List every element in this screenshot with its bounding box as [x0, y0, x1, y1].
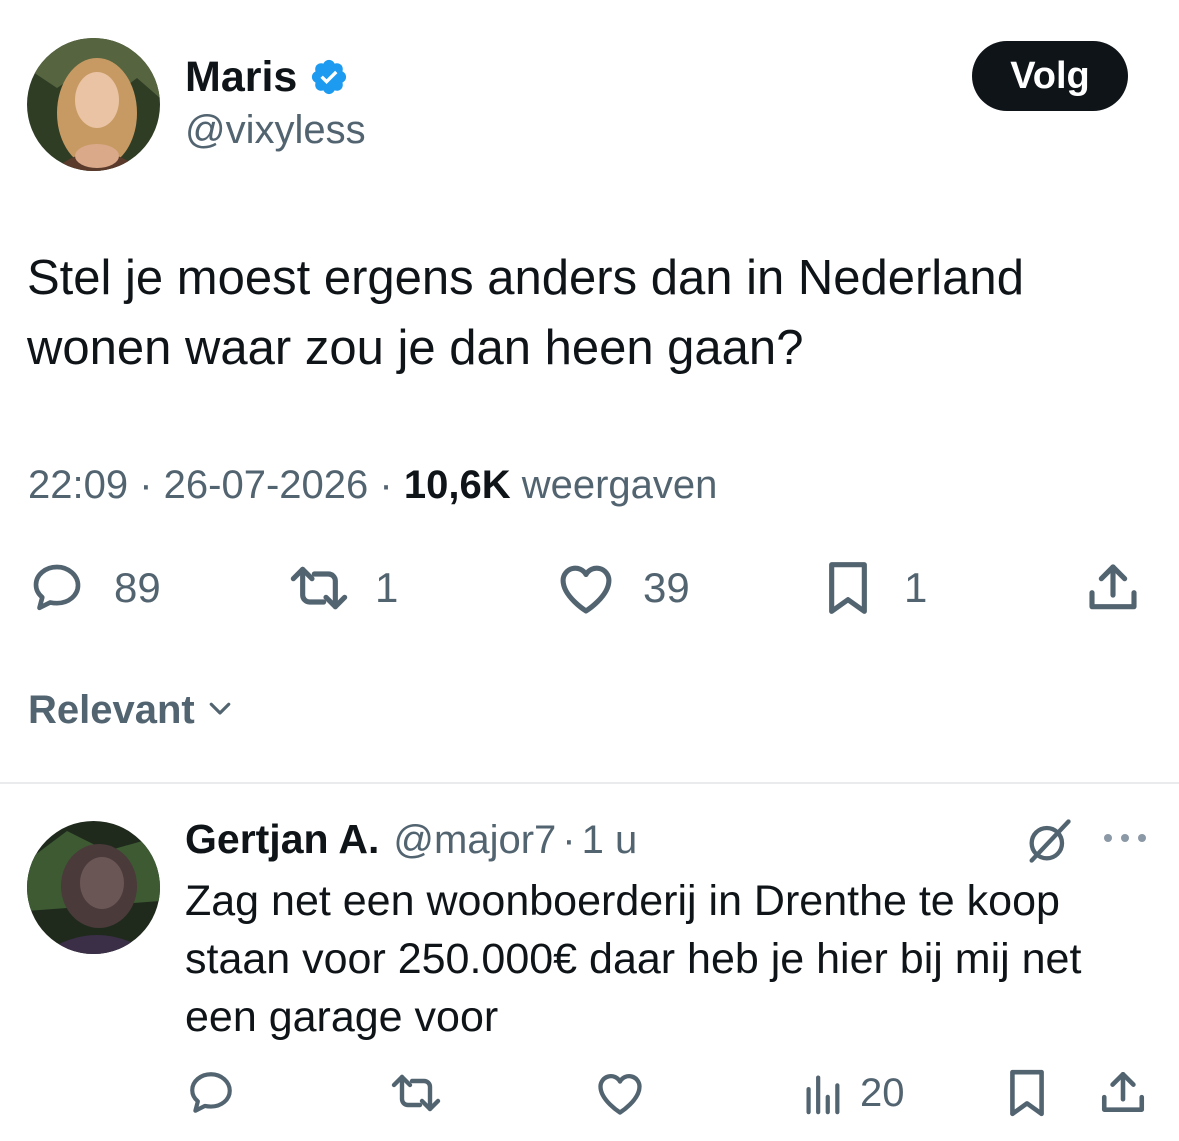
reply-avatar[interactable]	[27, 821, 160, 954]
reply-comment-action[interactable]	[186, 1068, 236, 1123]
reply-header: Gertjan A. @major7 · 1 u	[185, 816, 637, 863]
author-handle[interactable]: @vixyless	[185, 108, 366, 153]
bookmark-icon	[1005, 1069, 1049, 1122]
chevron-down-icon	[205, 688, 235, 733]
sort-label: Relevant	[28, 688, 195, 732]
like-action[interactable]: 39	[555, 560, 690, 616]
author-name[interactable]: Maris	[185, 52, 297, 102]
retweet-count: 1	[375, 564, 399, 611]
reply-text-line: een garage voor	[185, 993, 499, 1041]
share-icon	[1098, 1071, 1148, 1122]
comment-icon	[27, 560, 87, 616]
tweet-text-line: Stel je moest ergens anders dan in Neder…	[27, 251, 1024, 305]
heart-icon	[594, 1074, 646, 1122]
reply-text-line: staan voor 250.000€ daar heb je hier bij…	[185, 935, 1082, 983]
retweet-icon	[388, 1074, 444, 1122]
sort-dropdown[interactable]: Relevant	[28, 688, 235, 733]
tweet-date[interactable]: 26-07-2026	[164, 463, 369, 507]
share-icon	[1085, 560, 1141, 616]
tweet-text: Stel je moest ergens anders dan in Neder…	[27, 243, 1157, 383]
comment-icon	[186, 1072, 236, 1122]
share-action[interactable]	[1085, 560, 1141, 616]
reply-bookmark-action[interactable]	[1005, 1068, 1049, 1123]
divider	[0, 782, 1179, 784]
views-count: 10,6K	[403, 463, 511, 507]
more-icon[interactable]	[1102, 826, 1148, 855]
heart-icon	[555, 560, 617, 616]
reply-like-action[interactable]	[594, 1068, 646, 1123]
reply-views-action[interactable]: 20	[802, 1068, 905, 1118]
reply-author-name[interactable]: Gertjan A.	[185, 816, 379, 863]
retweet-action[interactable]: 1	[285, 560, 398, 616]
reply-text-line: Zag net een woonboerderij in Drenthe te …	[185, 877, 1060, 925]
author-name-row[interactable]: Maris	[185, 52, 349, 102]
reply-action[interactable]: 89	[27, 560, 161, 616]
separator: ·	[562, 818, 576, 862]
reply-retweet-action[interactable]	[388, 1068, 444, 1123]
follow-button[interactable]: Volg	[972, 41, 1128, 111]
grok-icon[interactable]	[1023, 815, 1075, 872]
retweet-icon	[285, 560, 353, 616]
author-avatar[interactable]	[27, 38, 160, 171]
bookmark-count: 1	[904, 564, 928, 611]
tweet-text-line: wonen waar zou je dan heen gaan?	[27, 321, 804, 375]
tweet-time[interactable]: 22:09	[28, 463, 128, 507]
analytics-icon	[802, 1070, 842, 1116]
reply-count: 89	[114, 564, 161, 611]
verified-badge-icon	[309, 57, 349, 97]
reply-share-action[interactable]	[1098, 1068, 1148, 1123]
bookmark-action[interactable]: 1	[822, 560, 927, 616]
reply-views-count: 20	[860, 1070, 905, 1115]
bookmark-icon	[822, 560, 874, 616]
reply-age[interactable]: 1 u	[582, 818, 638, 863]
reply-author-handle[interactable]: @major7	[393, 818, 556, 863]
views-label: weergaven	[521, 463, 718, 507]
reply-text: Zag net een woonboerderij in Drenthe te …	[185, 872, 1165, 1046]
tweet-meta: 22:09 · 26-07-2026 · 10,6K weergaven	[28, 463, 718, 507]
like-count: 39	[643, 564, 690, 611]
